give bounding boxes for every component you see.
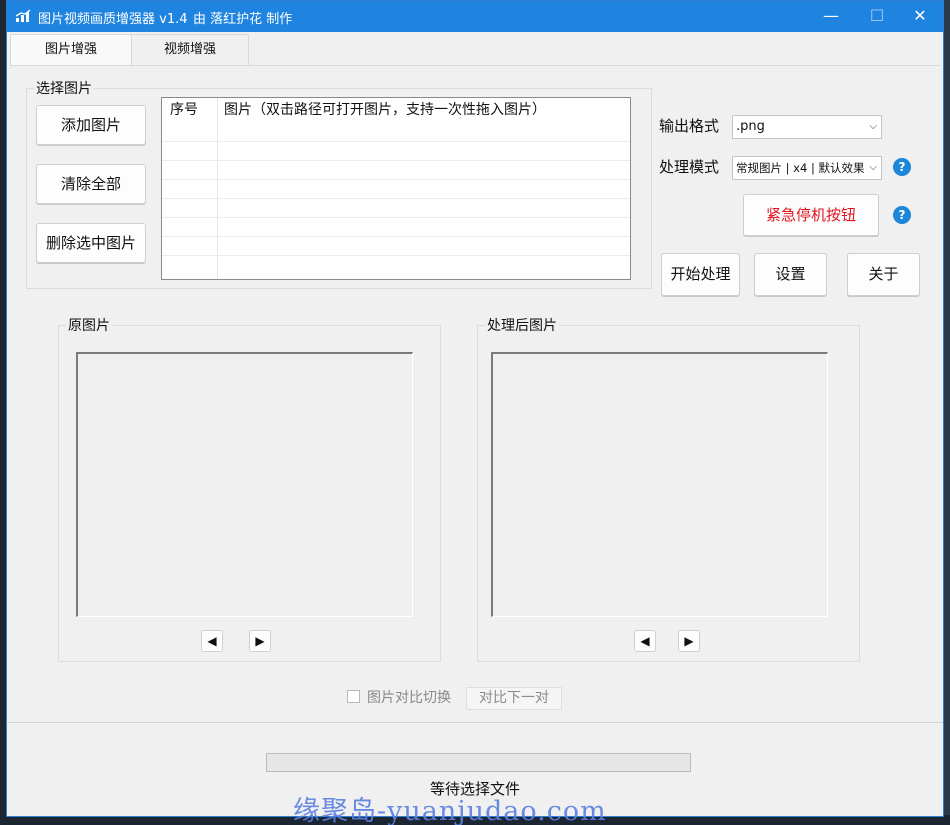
app-chart-icon <box>15 9 31 22</box>
chevron-down-icon: ⌵ <box>869 121 877 132</box>
process-mode-select[interactable]: 常规图片 | x4 | 默认效果 ⌵ <box>732 156 882 180</box>
output-format-value: .png <box>736 119 765 134</box>
compare-next-pair-button[interactable]: 对比下一对 <box>466 687 562 710</box>
output-format-label: 输出格式 <box>659 117 720 135</box>
title-bar[interactable]: 图片视频画质增强器 v1.4 由 落红护花 制作 — ☐ ✕ <box>7 1 943 32</box>
process-mode-value: 常规图片 | x4 | 默认效果 <box>736 161 865 175</box>
divider <box>7 722 943 723</box>
table-row-line <box>162 141 630 142</box>
clear-all-button[interactable]: 清除全部 <box>36 164 146 204</box>
chevron-right-icon: ▶ <box>684 634 694 648</box>
chevron-down-icon: ⌵ <box>867 157 877 179</box>
process-mode-help-icon[interactable]: ? <box>893 158 911 176</box>
app-window: 图片视频画质增强器 v1.4 由 落红护花 制作 — ☐ ✕ 图片增强 视频增强… <box>6 0 944 817</box>
emergency-help-icon[interactable]: ? <box>893 206 911 224</box>
table-header-image[interactable]: 图片（双击路径可打开图片，支持一次性拖入图片） <box>224 99 546 123</box>
tab-image-enhance[interactable]: 图片增强 <box>10 34 132 66</box>
start-processing-button[interactable]: 开始处理 <box>661 253 740 296</box>
table-row-line <box>162 255 630 256</box>
table-column-separator <box>217 98 218 279</box>
compare-toggle-label: 图片对比切换 <box>367 690 451 706</box>
select-images-title: 选择图片 <box>34 78 94 98</box>
maximize-button[interactable]: ☐ <box>854 1 900 32</box>
original-prev-button[interactable]: ◀ <box>201 630 223 652</box>
table-header-index[interactable]: 序号 <box>170 99 198 123</box>
original-next-button[interactable]: ▶ <box>249 630 271 652</box>
tab-video-enhance[interactable]: 视频增强 <box>132 34 249 66</box>
processed-next-button[interactable]: ▶ <box>678 630 700 652</box>
image-file-table[interactable]: 序号 图片（双击路径可打开图片，支持一次性拖入图片） <box>161 97 631 280</box>
table-row-line <box>162 217 630 218</box>
table-row-line <box>162 179 630 180</box>
settings-button[interactable]: 设置 <box>754 253 827 296</box>
original-image-title: 原图片 <box>66 315 112 335</box>
output-format-select[interactable]: .png ⌵ <box>732 115 882 139</box>
window-title: 图片视频画质增强器 v1.4 <box>38 12 188 27</box>
delete-selected-button[interactable]: 删除选中图片 <box>36 223 146 263</box>
progress-bar <box>266 753 691 772</box>
close-button[interactable]: ✕ <box>897 1 943 32</box>
chevron-right-icon: ▶ <box>255 634 265 648</box>
chevron-left-icon: ◀ <box>640 634 650 648</box>
emergency-stop-label: 紧急停机按钮 <box>765 206 856 224</box>
tab-divider <box>10 65 940 66</box>
main-content: 图片增强 视频增强 选择图片 添加图片 清除全部 删除选中图片 序号 图片（双击… <box>7 32 943 816</box>
compare-checkbox[interactable] <box>347 690 360 703</box>
window-author: 由 落红护花 制作 <box>193 12 293 27</box>
processed-prev-button[interactable]: ◀ <box>634 630 656 652</box>
watermark-text: 缘聚岛-yuanjudao.com <box>293 796 607 825</box>
table-row-line <box>162 198 630 199</box>
original-image-canvas <box>76 352 413 617</box>
processed-image-canvas <box>491 352 828 617</box>
minimize-button[interactable]: — <box>808 1 854 32</box>
processed-image-title: 处理后图片 <box>485 315 559 335</box>
table-row-line <box>162 236 630 237</box>
emergency-stop-button[interactable]: 紧急停机按钮 <box>743 194 879 236</box>
add-images-button[interactable]: 添加图片 <box>36 105 146 145</box>
chevron-left-icon: ◀ <box>207 634 217 648</box>
about-button[interactable]: 关于 <box>847 253 920 296</box>
process-mode-label: 处理模式 <box>659 158 720 176</box>
table-row-line <box>162 160 630 161</box>
